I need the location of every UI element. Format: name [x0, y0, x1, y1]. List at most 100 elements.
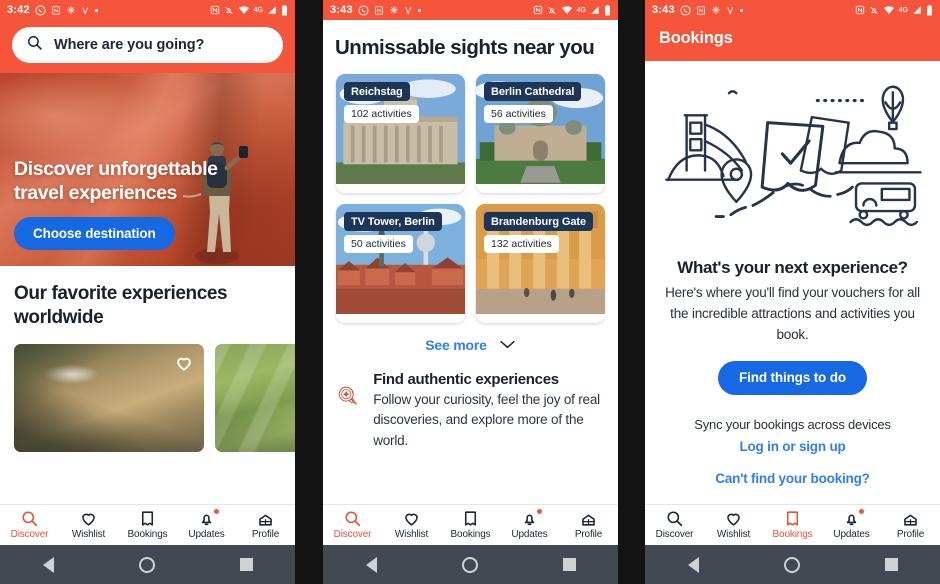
experience-card[interactable] [14, 343, 204, 452]
tab-discover[interactable]: Discover [325, 509, 381, 540]
find-things-to-do-button[interactable]: Find things to do [718, 360, 867, 395]
status-dot-icon [739, 8, 743, 12]
login-signup-link[interactable]: Log in or sign up [659, 439, 926, 454]
svg-text:N: N [377, 8, 381, 14]
choose-destination-button[interactable]: Choose destination [14, 217, 175, 250]
sight-labels: TV Tower, Berlin 50 activities [344, 212, 442, 254]
tab-wishlist[interactable]: Wishlist [384, 509, 440, 540]
search-icon [22, 511, 38, 527]
battery-icon [604, 4, 611, 16]
tab-bookings[interactable]: Bookings [443, 509, 499, 540]
android-system-nav [0, 545, 295, 584]
sight-card[interactable]: TV Tower, Berlin 50 activities [336, 203, 465, 323]
phone-screen-sights: 3:43 N 4G Unmissable sights near you Rei… [323, 0, 618, 584]
network-type-label: 4G [576, 6, 586, 14]
search-icon [345, 511, 361, 527]
hero-headline: Discover unforgettable travel experience… [14, 158, 218, 205]
back-button[interactable] [42, 556, 54, 573]
tab-profile[interactable]: Profile [883, 509, 939, 540]
tab-label: Profile [896, 529, 925, 540]
tab-wishlist[interactable]: Wishlist [61, 509, 117, 540]
vpn-icon [726, 5, 735, 16]
signal-icon [912, 5, 922, 15]
tab-updates[interactable]: Updates [502, 509, 558, 540]
search-placeholder: Where are you going? [54, 37, 205, 53]
ticket-icon [141, 511, 154, 526]
home-button[interactable] [783, 556, 800, 573]
tab-label: Discover [10, 529, 49, 540]
sight-card[interactable]: Brandenburg Gate 132 activities [476, 203, 605, 323]
snowflake-icon [66, 5, 76, 15]
heart-icon [405, 513, 418, 526]
tab-updates[interactable]: Updates [179, 509, 235, 540]
sight-labels: Berlin Cathedral 56 activities [484, 82, 582, 124]
battery-icon [281, 4, 288, 16]
notifications-muted-icon [224, 5, 234, 16]
notifications-muted-icon [869, 5, 879, 16]
tab-profile[interactable]: Profile [561, 509, 617, 540]
tab-discover[interactable]: Discover [647, 509, 703, 540]
status-time: 3:43 [330, 4, 353, 16]
back-button[interactable] [687, 556, 699, 573]
back-button[interactable] [365, 556, 377, 573]
tab-label: Profile [251, 529, 280, 540]
tab-label: Discover [333, 529, 372, 540]
home-button[interactable] [461, 556, 478, 573]
see-more-button[interactable]: See more [323, 323, 618, 353]
nfc-icon [855, 5, 865, 15]
tab-label: Updates [833, 529, 870, 540]
magnifier-sparkle-icon [338, 386, 357, 405]
tab-discover[interactable]: Discover [2, 509, 58, 540]
tab-wishlist[interactable]: Wishlist [706, 509, 762, 540]
travel-vouchers-illustration [665, 85, 922, 227]
snowflake-icon [711, 5, 721, 15]
updates-badge [213, 509, 219, 514]
hero-banner: Discover unforgettable travel experience… [0, 73, 295, 266]
android-system-nav [323, 545, 618, 584]
sight-card[interactable]: Berlin Cathedral 56 activities [476, 73, 605, 193]
experience-card[interactable] [215, 343, 295, 452]
phone-screen-discover: 3:42 N 4G Where are you going? Discover … [0, 0, 295, 584]
status-time: 3:42 [7, 4, 30, 16]
tab-bookings[interactable]: Bookings [120, 509, 176, 540]
tab-label: Bookings [127, 529, 168, 540]
sight-name: TV Tower, Berlin [344, 212, 442, 232]
status-bar: 3:43 N 4G [323, 0, 618, 20]
recents-button[interactable] [884, 558, 898, 571]
favorites-carousel[interactable] [14, 343, 295, 452]
search-icon [26, 34, 43, 56]
sight-card[interactable]: Reichstag 102 activities [336, 73, 465, 193]
home-button[interactable] [138, 556, 155, 573]
screenshot-root: 3:42 N 4G Where are you going? Discover … [0, 0, 940, 584]
profile-icon [904, 514, 917, 526]
phone-screen-bookings: 3:43 N 4G Bookings What's your next expe… [645, 0, 940, 584]
authentic-text: Find authentic experiences Follow your c… [373, 371, 605, 452]
hero-text-block: Discover unforgettable travel experience… [14, 158, 249, 250]
recents-button[interactable] [562, 558, 576, 571]
tab-label: Wishlist [71, 529, 106, 540]
wishlist-heart-icon[interactable] [174, 353, 194, 373]
empty-state-title: What's your next experience? [677, 258, 908, 277]
search-header: Where are you going? [0, 20, 295, 73]
cant-find-booking-link[interactable]: Can't find your booking? [659, 471, 926, 486]
sights-content: Unmissable sights near you Reichstag 102… [323, 20, 618, 504]
whatsapp-icon [358, 4, 369, 16]
tab-label: Bookings [772, 529, 813, 540]
recents-button[interactable] [239, 558, 253, 571]
sight-name: Berlin Cathedral [484, 82, 582, 102]
tab-bookings[interactable]: Bookings [765, 509, 821, 540]
vpn-icon [81, 5, 90, 16]
network-type-label: 4G [253, 6, 263, 14]
status-dot-icon [417, 8, 421, 12]
screen-divider [295, 0, 323, 584]
tab-profile[interactable]: Profile [238, 509, 294, 540]
nfc-icon [210, 5, 220, 15]
authentic-body: Follow your curiosity, feel the joy of r… [373, 391, 600, 448]
sight-labels: Brandenburg Gate 132 activities [484, 212, 593, 254]
wifi-icon [883, 5, 895, 15]
search-input[interactable]: Where are you going? [12, 27, 283, 63]
snowflake-icon [389, 5, 399, 15]
tab-label: Updates [511, 529, 548, 540]
tab-updates[interactable]: Updates [824, 509, 880, 540]
heart-icon [727, 513, 740, 526]
